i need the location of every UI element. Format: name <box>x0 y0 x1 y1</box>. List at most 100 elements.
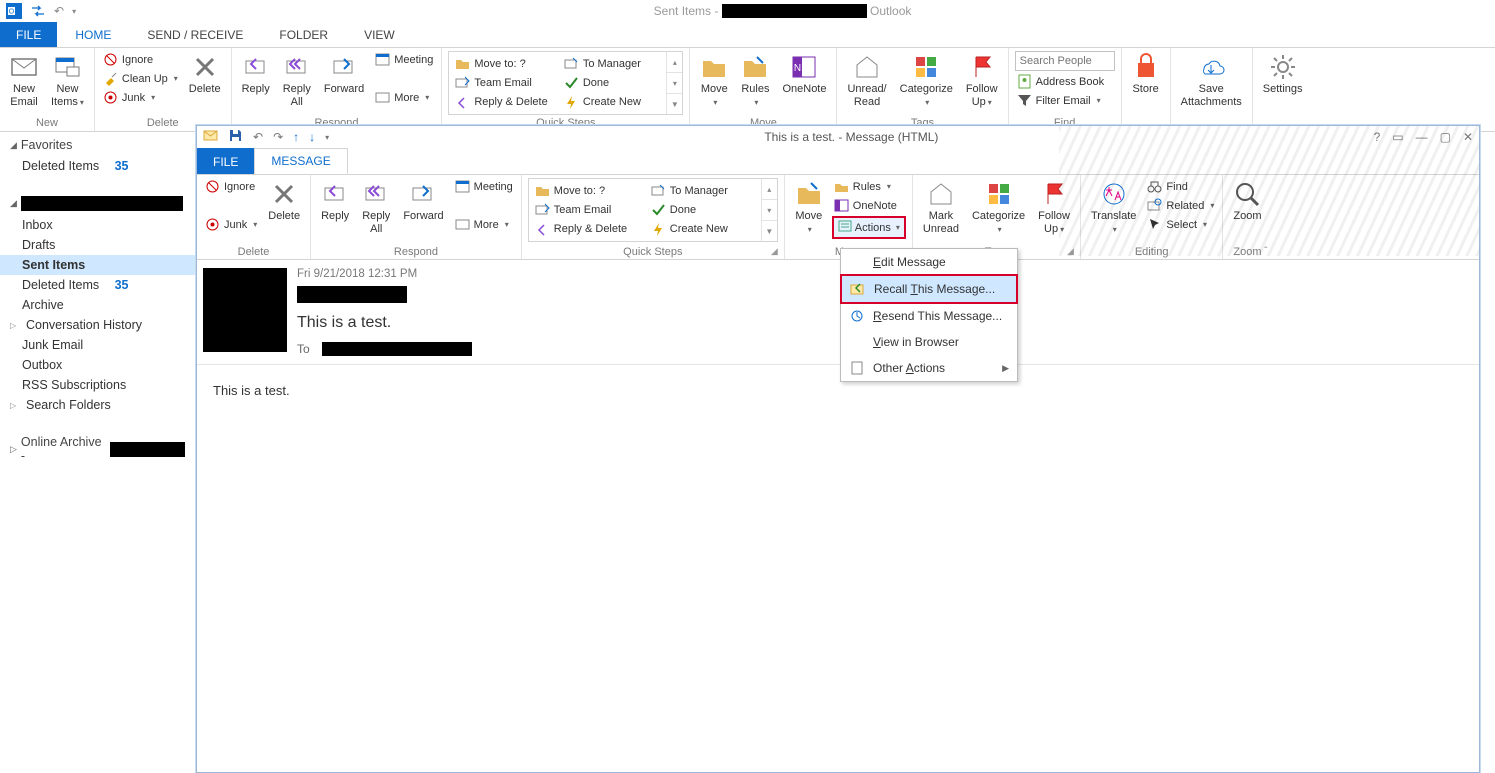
translate-button[interactable]: Translate▾ <box>1087 178 1140 238</box>
categorize-button[interactable]: Categorize▾ <box>896 51 957 111</box>
menu-other-actions[interactable]: Other Actions▶ <box>841 355 1017 381</box>
msg-categorize-button[interactable]: Categorize▾ <box>968 178 1029 238</box>
folder-search-folders[interactable]: ▷Search Folders <box>0 395 195 415</box>
mark-unread-button[interactable]: Mark Unread <box>919 178 963 238</box>
folder-junk-email[interactable]: Junk Email <box>0 335 195 355</box>
qs-tomanager[interactable]: To Manager <box>562 55 663 72</box>
msg-onenote-button[interactable]: OneNote <box>832 197 906 214</box>
delete-button[interactable]: Delete <box>185 51 225 98</box>
folder-deleted-items[interactable]: Deleted Items 35 <box>0 275 195 295</box>
help-icon[interactable]: ? <box>1374 130 1381 144</box>
prev-item-icon[interactable]: ↑ <box>293 130 299 144</box>
msg-qs-replydelete[interactable]: Reply & Delete <box>533 221 641 238</box>
rules-button[interactable]: Rules▾ <box>737 51 773 111</box>
scroll-up-icon[interactable]: ▴ <box>667 52 682 73</box>
msg-ignore-button[interactable]: Ignore <box>203 178 259 195</box>
msg-junk-button[interactable]: Junk▾ <box>203 216 259 233</box>
minimize-icon[interactable]: — <box>1416 130 1428 144</box>
msg-qs-tomanager[interactable]: To Manager <box>649 182 757 199</box>
msg-qs-moveto[interactable]: Move to: ? <box>533 182 641 199</box>
find-button[interactable]: Find <box>1145 178 1216 195</box>
junk-button[interactable]: Junk▾ <box>101 89 180 106</box>
tab-folder[interactable]: FOLDER <box>261 22 346 47</box>
ribbon-options-icon[interactable]: ▭ <box>1392 130 1403 144</box>
menu-edit-message[interactable]: Edit Message <box>841 249 1017 275</box>
new-email-button[interactable]: New Email <box>6 51 42 111</box>
redo-icon[interactable]: ↷ <box>273 130 283 144</box>
folder-rss[interactable]: RSS Subscriptions <box>0 375 195 395</box>
qs-teamemail[interactable]: Team Email <box>453 74 554 91</box>
undo-icon[interactable]: ↶ <box>253 130 263 144</box>
menu-recall-message[interactable]: Recall This Message... <box>840 274 1018 304</box>
filter-email-button[interactable]: Filter Email▾ <box>1015 92 1115 109</box>
qs-done[interactable]: Done <box>562 74 663 91</box>
next-item-icon[interactable]: ↓ <box>309 130 315 144</box>
related-button[interactable]: Related▾ <box>1145 197 1216 214</box>
settings-button[interactable]: Settings <box>1259 51 1307 98</box>
folder-sent-items[interactable]: Sent Items <box>0 255 195 275</box>
reply-button[interactable]: Reply <box>238 51 274 98</box>
tab-send-receive[interactable]: SEND / RECEIVE <box>129 22 261 47</box>
zoom-button[interactable]: Zoom <box>1229 178 1265 225</box>
msg-qs-done[interactable]: Done <box>649 201 757 218</box>
forward-button[interactable]: Forward <box>320 51 368 98</box>
qs-replydelete[interactable]: Reply & Delete <box>453 94 554 111</box>
qs-createnew[interactable]: Create New <box>562 94 663 111</box>
msg-qs-teamemail[interactable]: Team Email <box>533 201 641 218</box>
folder-outbox[interactable]: Outbox <box>0 355 195 375</box>
msg-move-button[interactable]: Move▾ <box>791 178 827 238</box>
respond-more-button[interactable]: More▾ <box>373 89 435 106</box>
send-receive-icon[interactable] <box>30 3 46 19</box>
tab-home[interactable]: HOME <box>57 22 129 47</box>
folder-inbox[interactable]: Inbox <box>0 215 195 235</box>
online-archive-header[interactable]: ▷Online Archive - <box>0 429 195 467</box>
msg-meeting-button[interactable]: Meeting <box>453 178 515 195</box>
menu-resend-message[interactable]: Resend This Message... <box>841 303 1017 329</box>
favorites-header[interactable]: ◢Favorites <box>0 132 195 156</box>
msg-rules-button[interactable]: Rules▾ <box>832 178 906 195</box>
folder-archive[interactable]: Archive <box>0 295 195 315</box>
new-items-button[interactable]: New Items▾ <box>47 51 88 111</box>
cloud-down-icon <box>1197 53 1225 81</box>
msg-reply-all-button[interactable]: Reply All <box>358 178 394 238</box>
msg-respond-more-button[interactable]: More▾ <box>453 216 515 233</box>
store-button[interactable]: Store <box>1128 51 1164 98</box>
menu-view-in-browser[interactable]: View in Browser <box>841 329 1017 355</box>
gallery-more-icon[interactable]: ▼ <box>667 94 682 114</box>
quicksteps-gallery[interactable]: Move to: ? Team Email Reply & Delete To … <box>448 51 683 115</box>
msg-followup-button[interactable]: Follow Up▾ <box>1034 178 1074 238</box>
save-icon[interactable] <box>228 128 243 146</box>
save-attachments-button[interactable]: Save Attachments <box>1177 51 1246 111</box>
fav-deleted-items[interactable]: Deleted Items 35 <box>0 156 195 176</box>
msg-qs-createnew[interactable]: Create New <box>649 221 757 238</box>
move-button[interactable]: Move▾ <box>696 51 732 111</box>
address-book-button[interactable]: Address Book <box>1015 73 1115 90</box>
mailbox-header[interactable]: ◢ <box>0 190 195 215</box>
actions-button[interactable]: Actions▾ <box>832 216 906 239</box>
search-people-input[interactable] <box>1015 51 1115 71</box>
maximize-icon[interactable]: ▢ <box>1440 130 1451 144</box>
msg-forward-button[interactable]: Forward <box>399 178 447 225</box>
msg-reply-button[interactable]: Reply <box>317 178 353 225</box>
cleanup-button[interactable]: Clean Up▾ <box>101 70 180 87</box>
msg-quicksteps-gallery[interactable]: Move to: ? Team Email Reply & Delete To … <box>528 178 778 242</box>
msg-delete-button[interactable]: Delete <box>264 178 304 225</box>
qs-moveto[interactable]: Move to: ? <box>453 55 554 72</box>
tab-file[interactable]: FILE <box>0 22 57 47</box>
folder-conversation-history[interactable]: ▷Conversation History <box>0 315 195 335</box>
followup-button[interactable]: Follow Up▾ <box>962 51 1002 111</box>
reply-all-button[interactable]: Reply All <box>279 51 315 111</box>
tab-view[interactable]: VIEW <box>346 22 413 47</box>
scroll-down-icon[interactable]: ▾ <box>667 73 682 94</box>
ignore-button[interactable]: Ignore <box>101 51 180 68</box>
msg-tab-message[interactable]: MESSAGE <box>254 148 347 174</box>
collapse-ribbon-icon[interactable]: ˆ <box>1264 246 1267 257</box>
msg-tab-file[interactable]: FILE <box>197 148 254 174</box>
unread-read-button[interactable]: Unread/ Read <box>843 51 890 111</box>
select-button[interactable]: Select▾ <box>1145 216 1216 233</box>
meeting-button[interactable]: Meeting <box>373 51 435 68</box>
folder-drafts[interactable]: Drafts <box>0 235 195 255</box>
close-icon[interactable]: ✕ <box>1463 130 1473 144</box>
onenote-button[interactable]: NOneNote <box>778 51 830 98</box>
undo-icon[interactable]: ↶ <box>54 4 64 18</box>
